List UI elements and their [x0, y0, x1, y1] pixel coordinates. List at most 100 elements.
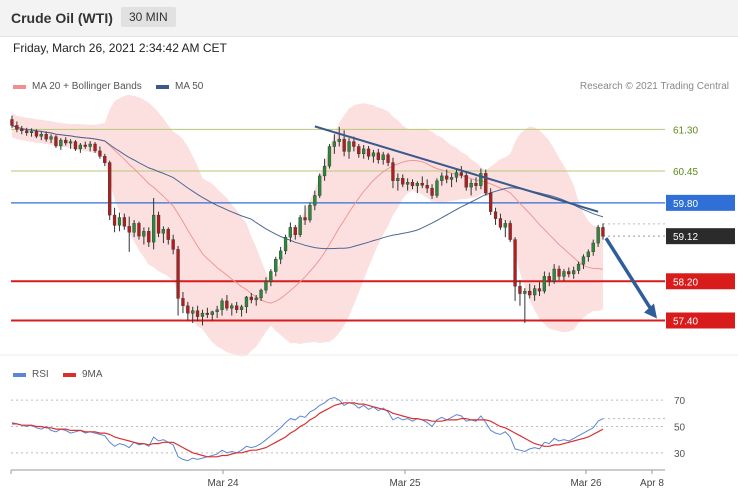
candle-body [366, 148, 371, 157]
candle-body [147, 231, 151, 243]
candle-body [200, 312, 205, 317]
candle-body [572, 270, 576, 275]
candle [298, 215, 302, 238]
candle-body [386, 154, 390, 163]
candle-body [318, 175, 322, 196]
candle-body [215, 309, 219, 312]
candle-body [293, 227, 297, 235]
candle-body [518, 286, 522, 294]
candle-body [191, 310, 195, 314]
candle-body [493, 211, 498, 219]
candle-body [440, 175, 444, 181]
candle-body [596, 227, 600, 244]
candle-body [68, 141, 73, 144]
bollinger-band-fill [12, 94, 603, 357]
price-level-label: 61.30 [673, 125, 698, 136]
price-chart-canvas: 61.30 60.45 59.80 59.12 58.20 57.40 30 50 70 Mar … [0, 94, 738, 489]
candle-body [137, 223, 141, 237]
candle-body [142, 231, 146, 237]
candle-body [44, 133, 48, 140]
candle-body [166, 229, 170, 240]
candle-body [508, 223, 512, 240]
candle-body [186, 305, 190, 314]
candle-body [401, 178, 405, 185]
candle-body [107, 162, 112, 216]
projection-arrow-shaft [604, 237, 655, 314]
candle-body [83, 144, 87, 147]
candle-body [420, 182, 424, 186]
candle-body [34, 131, 39, 137]
candle-body [410, 182, 415, 186]
candle-body [93, 143, 97, 152]
candle-body [342, 138, 346, 152]
candle-body [15, 125, 19, 130]
candle-body [279, 250, 283, 260]
candle-body [234, 305, 239, 310]
candle-body [176, 249, 180, 299]
candle-body [122, 217, 127, 227]
candle-body [562, 271, 566, 277]
candle-body [498, 218, 503, 228]
candle-body [230, 305, 234, 309]
candle-body [117, 217, 122, 226]
candle-body [567, 271, 571, 275]
candle-body [576, 263, 581, 271]
candle-body [98, 150, 102, 157]
candle [107, 160, 112, 220]
candle-body [557, 268, 561, 277]
candle-body [469, 182, 473, 188]
candle-body [552, 268, 556, 282]
candle-body [391, 162, 395, 181]
candle-body [430, 187, 434, 196]
candle-body [59, 139, 63, 147]
candle-body [313, 195, 317, 206]
candle-body [581, 256, 586, 265]
price-level-label: 58.20 [673, 277, 698, 288]
price-level-label: 57.40 [673, 316, 698, 327]
candle-body [533, 288, 537, 296]
candle-body [269, 271, 273, 282]
candle-body [64, 139, 68, 144]
candle-body [264, 281, 268, 291]
candle-body [547, 276, 551, 282]
candle-body [459, 172, 463, 176]
candle [523, 288, 527, 323]
candle [308, 202, 312, 223]
candle-body [347, 141, 351, 152]
candle-body [288, 227, 292, 238]
candle-body [435, 180, 439, 196]
candle-body [210, 311, 214, 315]
candle-body [298, 217, 302, 235]
candle-body [376, 152, 380, 160]
candle-body [586, 251, 591, 257]
candle [435, 178, 439, 198]
candle-body [161, 229, 165, 234]
candle-body [225, 300, 229, 309]
candle [176, 245, 180, 316]
candle-body [274, 259, 278, 272]
candle-body [445, 175, 449, 180]
candle-body [537, 288, 542, 292]
candle-body [244, 296, 249, 308]
candle-body [171, 239, 175, 250]
x-axis-tick-label: Mar 24 [207, 478, 239, 489]
candle-body [78, 144, 83, 150]
candle-body [20, 129, 24, 132]
candle-body [29, 131, 34, 134]
rsi-tick-label: 30 [674, 449, 686, 460]
candle-body [322, 165, 327, 177]
candle-body [513, 239, 517, 287]
candle-body [10, 119, 14, 126]
candle-body [396, 178, 400, 182]
candle [513, 237, 517, 301]
candle-body [39, 133, 43, 137]
candle-body [371, 152, 376, 157]
candle-body [449, 177, 454, 180]
rsi-tick-label: 70 [674, 396, 686, 407]
candle-body [523, 290, 527, 294]
candle-body [239, 306, 244, 310]
rsi-tick-label: 50 [674, 423, 686, 434]
candle-body [195, 310, 200, 317]
candle [156, 211, 161, 238]
price-level-label: 59.80 [673, 199, 698, 210]
